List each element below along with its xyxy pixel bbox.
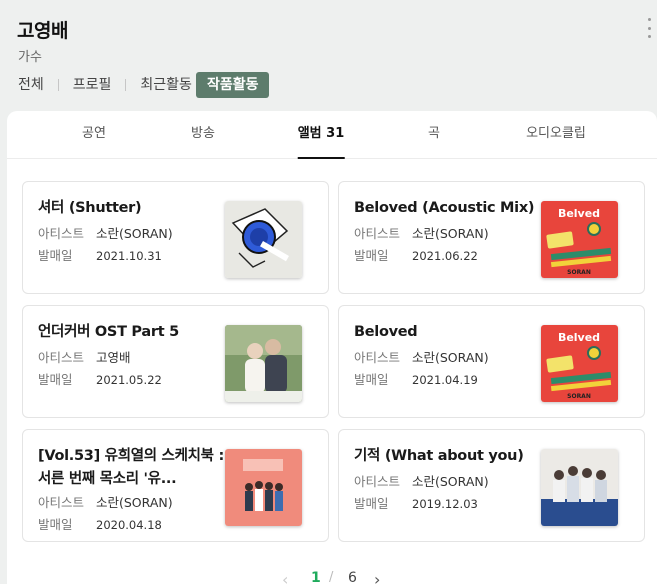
album-artist[interactable]: 고영배 <box>96 350 131 365</box>
prev-page-button[interactable]: ‹ <box>282 570 288 584</box>
artist-role: 가수 <box>18 50 42 65</box>
album-date-row: 발매일 2021.05.22 <box>38 372 162 387</box>
album-date-row: 발매일 2021.04.19 <box>354 372 478 387</box>
artist-header: 고영배 가수 전체 프로필 최근활동 작품활동 <box>0 0 657 112</box>
album-card[interactable]: 기적 (What about you) 아티스트 소란(SORAN) 발매일 201… <box>338 429 645 542</box>
album-artist-row: 아티스트 소란(SORAN) <box>354 474 489 489</box>
album-artist-row: 아티스트 고영배 <box>38 350 131 365</box>
tab-divider <box>125 79 127 91</box>
tab-audio-clips[interactable]: 오디오클립 <box>526 111 586 159</box>
album-cover[interactable] <box>225 449 302 526</box>
tab-profile[interactable]: 프로필 <box>73 72 112 98</box>
album-title[interactable]: Beloved (Acoustic Mix) <box>354 197 544 220</box>
album-date: 2021.10.31 <box>96 249 162 263</box>
album-date-row: 발매일 2020.04.18 <box>38 517 162 532</box>
tab-divider <box>57 79 59 91</box>
album-date: 2021.06.22 <box>412 249 478 263</box>
album-date-row: 발매일 2021.06.22 <box>354 248 478 263</box>
album-artist[interactable]: 소란(SORAN) <box>412 226 489 241</box>
album-card[interactable]: 셔터 (Shutter) 아티스트 소란(SORAN) 발매일 2021.10.31 <box>22 181 329 294</box>
svg-text:SORAN: SORAN <box>567 393 591 400</box>
album-artist-row: 아티스트 소란(SORAN) <box>38 495 173 510</box>
album-title[interactable]: Beloved <box>354 321 544 344</box>
next-page-button[interactable]: › <box>374 570 380 584</box>
tab-all[interactable]: 전체 <box>18 72 44 98</box>
total-pages: 6 <box>348 570 357 584</box>
more-options-icon[interactable] <box>645 18 653 38</box>
svg-text:SORAN: SORAN <box>567 269 591 276</box>
album-cover[interactable]: Belved SORAN <box>541 325 618 402</box>
main-tabs: 전체 프로필 최근활동 작품활동 <box>18 72 270 98</box>
tab-broadcasts[interactable]: 방송 <box>191 111 215 159</box>
album-title[interactable]: 언더커버 OST Part 5 <box>38 321 228 344</box>
sub-tabs: 공연 방송 앨범 31 곡 오디오클립 <box>7 111 657 159</box>
album-title[interactable]: 셔터 (Shutter) <box>38 197 228 220</box>
tab-songs[interactable]: 곡 <box>428 111 440 159</box>
album-card[interactable]: Beloved (Acoustic Mix) 아티스트 소란(SORAN) 발매일… <box>338 181 645 294</box>
works-panel: 공연 방송 앨범 31 곡 오디오클립 셔터 (Shutter) 아티스트 소란(… <box>7 111 657 584</box>
album-artist-row: 아티스트 소란(SORAN) <box>38 226 173 241</box>
album-artist[interactable]: 소란(SORAN) <box>412 474 489 489</box>
album-date: 2021.05.22 <box>96 373 162 387</box>
album-date: 2020.04.18 <box>96 518 162 532</box>
album-artist[interactable]: 소란(SORAN) <box>96 495 173 510</box>
pagination: ‹ 1 / 6 › <box>7 566 657 584</box>
tab-works[interactable]: 작품활동 <box>195 72 270 98</box>
album-artist-row: 아티스트 소란(SORAN) <box>354 350 489 365</box>
current-page: 1 <box>311 570 321 584</box>
album-artist[interactable]: 소란(SORAN) <box>96 226 173 241</box>
album-date-row: 발매일 2021.10.31 <box>38 248 162 263</box>
page-separator: / <box>329 570 334 584</box>
tab-performances[interactable]: 공연 <box>82 111 106 159</box>
album-date: 2021.04.19 <box>412 373 478 387</box>
tab-recent-activity[interactable]: 최근활동 <box>140 72 192 98</box>
artist-name: 고영배 <box>17 20 68 42</box>
album-cover[interactable] <box>225 325 302 402</box>
album-cover[interactable]: Belved SORAN <box>541 201 618 278</box>
album-date: 2019.12.03 <box>412 497 478 511</box>
album-card[interactable]: [Vol.53] 유희열의 스케치북 : 서른 번째 목소리 '유... 아티스… <box>22 429 329 542</box>
album-artist[interactable]: 소란(SORAN) <box>412 350 489 365</box>
album-card[interactable]: 언더커버 OST Part 5 아티스트 고영배 발매일 2021.05.22 <box>22 305 329 418</box>
album-title[interactable]: 기적 (What about you) <box>354 445 544 468</box>
svg-text:Belved: Belved <box>558 207 600 220</box>
album-cover[interactable] <box>225 201 302 278</box>
svg-text:Belved: Belved <box>558 331 600 344</box>
album-card[interactable]: Beloved 아티스트 소란(SORAN) 발매일 2021.04.19 Belv… <box>338 305 645 418</box>
album-title[interactable]: [Vol.53] 유희열의 스케치북 : 서른 번째 목소리 '유... <box>38 445 228 491</box>
album-artist-row: 아티스트 소란(SORAN) <box>354 226 489 241</box>
album-cover[interactable] <box>541 449 618 526</box>
album-date-row: 발매일 2019.12.03 <box>354 496 478 511</box>
tab-albums[interactable]: 앨범 31 <box>297 111 345 159</box>
